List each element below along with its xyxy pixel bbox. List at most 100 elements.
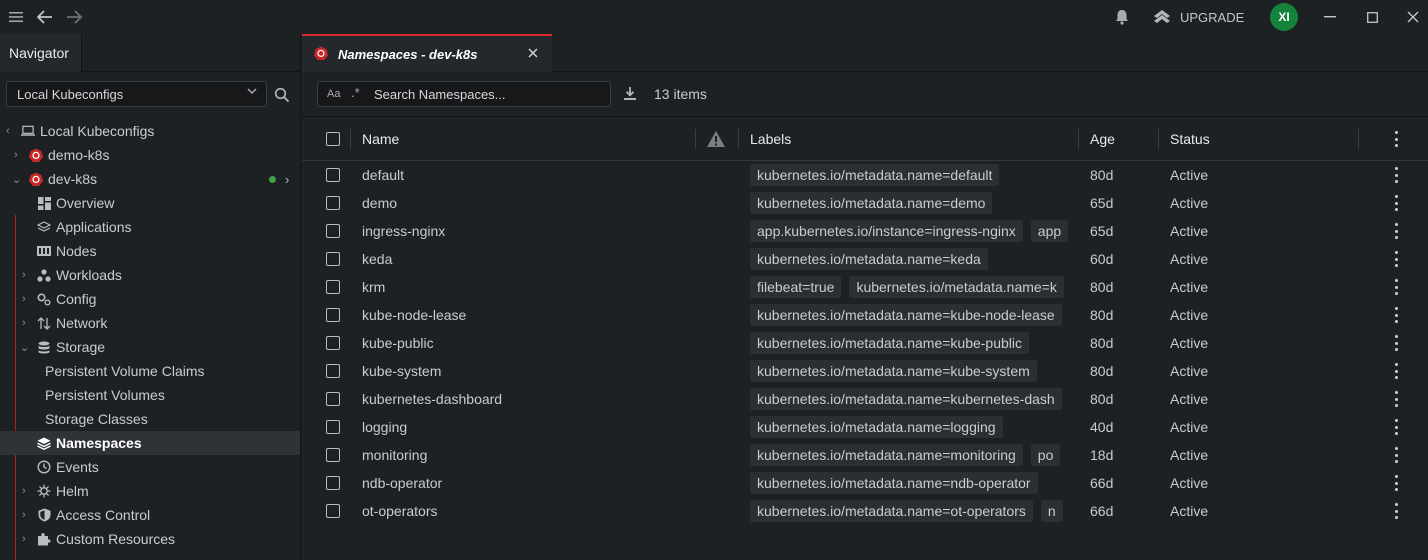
tree-root-local-kubeconfigs[interactable]: ‹ Local Kubeconfigs <box>0 119 300 143</box>
row-checkbox[interactable] <box>326 329 340 357</box>
row-checkbox[interactable] <box>326 245 340 273</box>
sidebar-item-workloads[interactable]: › Workloads <box>0 263 300 287</box>
tree-cluster-demo-k8s[interactable]: › demo-k8s <box>0 143 300 167</box>
sidebar-item-storage[interactable]: ⌄ Storage <box>0 335 300 359</box>
sidebar-item-overview[interactable]: Overview <box>0 191 300 215</box>
column-divider <box>1158 129 1159 149</box>
row-actions-kebab-icon[interactable] <box>1393 363 1399 379</box>
namespace-name: default <box>362 167 405 183</box>
namespace-age: 80d <box>1090 279 1114 295</box>
row-checkbox[interactable] <box>326 161 340 189</box>
table-row[interactable]: ndb-operator kubernetes.io/metadata.name=… <box>302 469 1428 497</box>
hamburger-menu-icon[interactable] <box>6 0 26 34</box>
sidebar-item-network[interactable]: › Network <box>0 311 300 335</box>
status-badge: Active <box>1170 447 1209 463</box>
tab-namespaces-dev-k8s[interactable]: Namespaces - dev-k8s <box>302 34 552 72</box>
row-checkbox[interactable] <box>326 497 340 525</box>
table-row[interactable]: logging kubernetes.io/metadata.name=loggi… <box>302 413 1428 441</box>
table-row[interactable]: kube-node-lease kubernetes.io/metadata.na… <box>302 301 1428 329</box>
warning-triangle-icon[interactable] <box>706 117 726 161</box>
kubeconfig-context-select[interactable]: Local Kubeconfigs <box>6 81 267 107</box>
close-window-icon[interactable] <box>1403 0 1423 34</box>
row-actions-kebab-icon[interactable] <box>1393 223 1399 239</box>
chevron-right-icon[interactable]: › <box>285 172 289 187</box>
column-header-age[interactable]: Age <box>1090 117 1115 161</box>
sidebar-item-storage-classes[interactable]: Storage Classes <box>0 407 300 431</box>
row-actions-kebab-icon[interactable] <box>1393 503 1399 519</box>
sidebar-item-label: Overview <box>56 195 115 211</box>
sidebar-item-custom-resources[interactable]: › Custom Resources <box>0 527 300 551</box>
sidebar-item-events[interactable]: Events <box>0 455 300 479</box>
row-actions-kebab-icon[interactable] <box>1393 335 1399 351</box>
table-row[interactable]: demo kubernetes.io/metadata.name=demo 65d A… <box>302 189 1428 217</box>
regex-toggle[interactable]: .* <box>351 85 360 100</box>
laptop-icon <box>21 124 35 138</box>
namespace-age: 80d <box>1090 167 1114 183</box>
row-actions-kebab-icon[interactable] <box>1393 307 1399 323</box>
row-actions-kebab-icon[interactable] <box>1393 475 1399 491</box>
sidebar-item-nodes[interactable]: Nodes <box>0 239 300 263</box>
column-header-status[interactable]: Status <box>1170 117 1210 161</box>
column-options-kebab-icon[interactable] <box>1393 117 1399 161</box>
download-icon[interactable] <box>623 86 639 102</box>
row-actions-kebab-icon[interactable] <box>1393 447 1399 463</box>
back-arrow-icon[interactable] <box>35 0 55 34</box>
table-row[interactable]: default kubernetes.io/metadata.name=defau… <box>302 161 1428 189</box>
search-input[interactable] <box>374 84 604 104</box>
sidebar-item-namespaces[interactable]: Namespaces <box>0 431 300 455</box>
column-header-labels[interactable]: Labels <box>750 117 791 161</box>
table-row[interactable]: krm filebeat=true kubernetes.io/metadata.n… <box>302 273 1428 301</box>
table-row[interactable]: keda kubernetes.io/metadata.name=keda 60d A… <box>302 245 1428 273</box>
table-row[interactable]: kubernetes-dashboard kubernetes.io/metada… <box>302 385 1428 413</box>
table-row[interactable]: ot-operators kubernetes.io/metadata.name=… <box>302 497 1428 525</box>
row-checkbox[interactable] <box>326 385 340 413</box>
table-header: Name Labels Age Status <box>302 117 1428 161</box>
match-case-toggle[interactable]: Aa <box>327 88 340 100</box>
search-icon[interactable] <box>274 87 292 105</box>
namespace-age: 66d <box>1090 503 1114 519</box>
row-actions-kebab-icon[interactable] <box>1393 391 1399 407</box>
sidebar-item-access-control[interactable]: › Access Control <box>0 503 300 527</box>
overview-icon <box>37 196 51 210</box>
row-actions-kebab-icon[interactable] <box>1393 251 1399 267</box>
row-checkbox[interactable] <box>326 301 340 329</box>
namespace-name: logging <box>362 419 408 435</box>
row-actions-kebab-icon[interactable] <box>1393 195 1399 211</box>
row-checkbox[interactable] <box>326 189 340 217</box>
row-checkbox[interactable] <box>326 273 340 301</box>
row-checkbox[interactable] <box>326 413 340 441</box>
table-row[interactable]: ingress-nginx app.kubernetes.io/instance=… <box>302 217 1428 245</box>
row-checkbox[interactable] <box>326 357 340 385</box>
select-all-checkbox[interactable] <box>326 117 340 161</box>
table-row[interactable]: kube-system kubernetes.io/metadata.name=k… <box>302 357 1428 385</box>
row-checkbox[interactable] <box>326 441 340 469</box>
namespace-age: 65d <box>1090 195 1114 211</box>
upgrade-button[interactable]: UPGRADE <box>1152 0 1244 34</box>
user-avatar[interactable]: XI <box>1270 3 1298 31</box>
row-checkbox[interactable] <box>326 469 340 497</box>
row-actions-kebab-icon[interactable] <box>1393 279 1399 295</box>
table-row[interactable]: kube-public kubernetes.io/metadata.name=k… <box>302 329 1428 357</box>
notifications-bell-icon[interactable] <box>1112 0 1132 34</box>
sidebar-item-config[interactable]: › Config <box>0 287 300 311</box>
column-header-name[interactable]: Name <box>362 117 399 161</box>
row-actions-kebab-icon[interactable] <box>1393 419 1399 435</box>
sidebar-item-label: Access Control <box>56 507 151 523</box>
sidebar-item-helm[interactable]: › Helm <box>0 479 300 503</box>
close-tab-icon[interactable] <box>528 46 538 61</box>
namespace-age: 80d <box>1090 307 1114 323</box>
sidebar-item-applications[interactable]: Applications <box>0 215 300 239</box>
sidebar-item-persistent-volume-claims[interactable]: Persistent Volume Claims <box>0 359 300 383</box>
label-chip: kubernetes.io/metadata.name=kube-system <box>750 360 1037 382</box>
row-checkbox[interactable] <box>326 217 340 245</box>
cluster-label: dev-k8s <box>48 171 98 187</box>
row-actions-kebab-icon[interactable] <box>1393 167 1399 183</box>
tree-cluster-dev-k8s[interactable]: ⌄ dev-k8s › <box>0 167 300 191</box>
sidebar-item-persistent-volumes[interactable]: Persistent Volumes <box>0 383 300 407</box>
maximize-window-icon[interactable] <box>1362 0 1382 34</box>
minimize-window-icon[interactable] <box>1320 0 1340 34</box>
forward-arrow-icon[interactable] <box>64 0 84 34</box>
label-chip: kubernetes.io/metadata.name=default <box>750 164 1000 186</box>
table-row[interactable]: monitoring kubernetes.io/metadata.name=mo… <box>302 441 1428 469</box>
nodes-icon <box>37 244 51 258</box>
